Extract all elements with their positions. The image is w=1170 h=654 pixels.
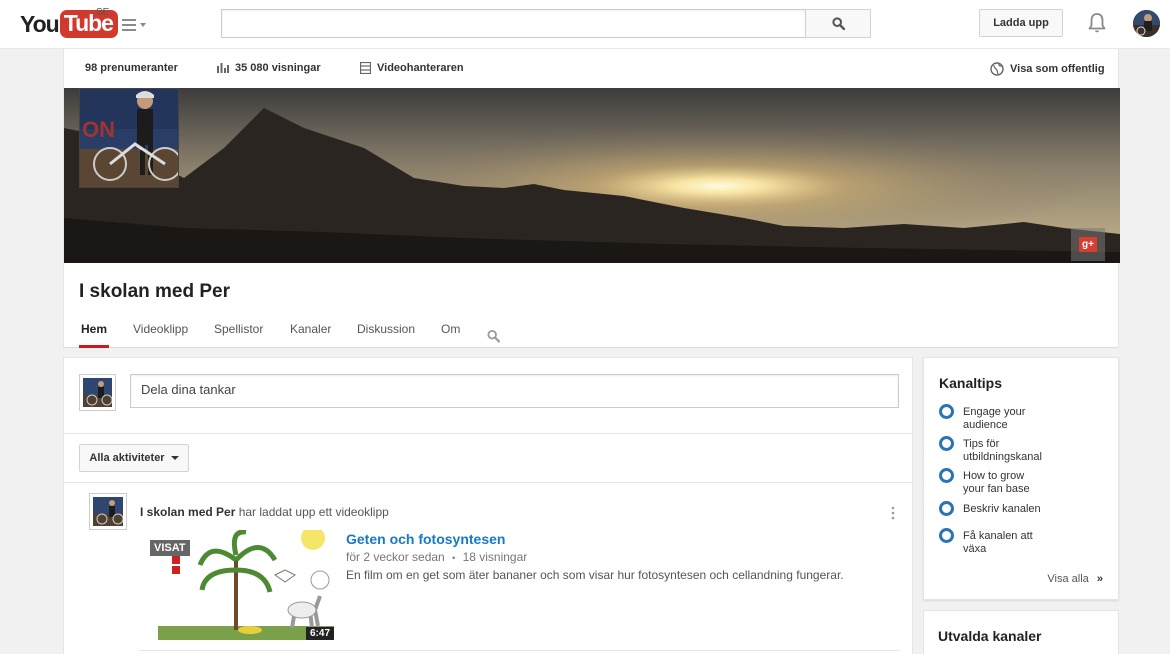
svg-text:ON: ON	[82, 117, 115, 142]
video-title-link[interactable]: Geten och fotosyntesen	[346, 531, 505, 547]
subscriber-count: 98 prenumeranter	[85, 62, 178, 74]
film-icon	[360, 62, 371, 74]
tab-videoklipp[interactable]: Videoklipp	[133, 322, 188, 348]
account-avatar[interactable]	[1133, 10, 1160, 37]
channel-tabs: Hem Videoklipp Spellistor Kanaler Diskus…	[64, 315, 1118, 348]
progress-ring-icon	[939, 404, 954, 419]
region-label: SE	[96, 7, 110, 18]
view-as-public-link[interactable]: Visa som offentlig	[990, 62, 1105, 76]
youtube-logo[interactable]: You Tube SE	[20, 7, 118, 38]
tab-spellistor[interactable]: Spellistor	[214, 322, 263, 348]
tab-om[interactable]: Om	[441, 322, 460, 348]
progress-ring-icon	[939, 468, 954, 483]
divider	[139, 650, 899, 651]
channel-tips-title: Kanaltips	[939, 375, 1003, 391]
guide-menu-icon[interactable]	[122, 16, 148, 34]
google-plus-icon[interactable]: g+	[1071, 228, 1105, 261]
activity-filter-label: Alla aktiviteter	[89, 452, 165, 464]
activity-author-link[interactable]: I skolan med Per	[140, 505, 235, 519]
progress-ring-icon	[939, 436, 954, 451]
channel-stats-bar: 98 prenumeranter 35 080 visningar Videoh…	[64, 49, 1118, 88]
see-all-link[interactable]: Visa alla »	[1047, 573, 1103, 585]
tab-hem[interactable]: Hem	[79, 322, 110, 348]
channel-tips-panel: Kanaltips Engage your audience Tips för …	[923, 357, 1119, 600]
double-chevron-right-icon: »	[1096, 573, 1103, 585]
masthead: You Tube SE Ladda upp	[0, 0, 1170, 49]
progress-ring-icon	[939, 528, 954, 543]
share-user-avatar	[79, 374, 116, 411]
logo-you: You	[20, 10, 60, 37]
search-button[interactable]	[805, 9, 871, 38]
chevron-down-icon	[170, 456, 179, 460]
tip-item[interactable]: Tips för utbildningskanal	[939, 436, 1109, 464]
tip-item[interactable]: Beskriv kanalen	[939, 501, 1109, 516]
more-vert-icon[interactable]	[891, 506, 895, 520]
video-description: En film om en get som äter bananer och s…	[346, 568, 844, 582]
upload-button[interactable]: Ladda upp	[979, 9, 1063, 37]
activity-header: I skolan med Per har laddat upp ett vide…	[140, 505, 389, 519]
bell-icon[interactable]	[1087, 12, 1107, 34]
divider	[64, 433, 912, 434]
bar-chart-icon	[217, 63, 229, 73]
progress-ring-icon	[939, 501, 954, 516]
activity-filter-dropdown[interactable]: Alla aktiviteter	[79, 444, 189, 472]
tab-diskussion[interactable]: Diskussion	[357, 322, 415, 348]
activity-author-avatar[interactable]	[89, 493, 127, 530]
tab-kanaler[interactable]: Kanaler	[290, 322, 331, 348]
view-count: 35 080 visningar	[217, 62, 321, 74]
search-icon	[831, 17, 845, 30]
featured-channels-title: Utvalda kanaler	[938, 628, 1042, 644]
featured-channels-panel: Utvalda kanaler	[923, 610, 1119, 654]
channel-search-icon[interactable]	[487, 323, 500, 349]
channel-banner: ON g+	[64, 88, 1120, 263]
video-views: 18 visningar	[462, 550, 528, 564]
watched-badge: VISAT	[150, 540, 190, 556]
activity-feed: Dela dina tankar Alla aktiviteter I skol…	[63, 357, 913, 654]
video-manager-link[interactable]: Videohanteraren	[360, 62, 464, 74]
channel-title: I skolan med Per	[79, 281, 231, 302]
activity-action-text: har laddat upp ett videoklipp	[235, 505, 389, 519]
tip-item[interactable]: Engage your audience	[939, 404, 1109, 432]
tip-item[interactable]: How to grow your fan base	[939, 468, 1109, 496]
channel-header: 98 prenumeranter 35 080 visningar Videoh…	[63, 49, 1120, 348]
search-input[interactable]	[221, 9, 806, 38]
share-thoughts-input[interactable]: Dela dina tankar	[130, 374, 899, 408]
divider	[64, 482, 912, 483]
video-thumbnail[interactable]: VISAT 6:47	[150, 530, 334, 640]
video-age: för 2 veckor sedan	[346, 550, 445, 564]
channel-avatar[interactable]: ON	[79, 88, 179, 188]
video-meta: för 2 veckor sedan • 18 visningar	[346, 550, 528, 564]
globe-icon	[990, 62, 1004, 76]
video-duration: 6:47	[305, 627, 334, 640]
tip-item[interactable]: Få kanalen att växa	[939, 528, 1109, 556]
